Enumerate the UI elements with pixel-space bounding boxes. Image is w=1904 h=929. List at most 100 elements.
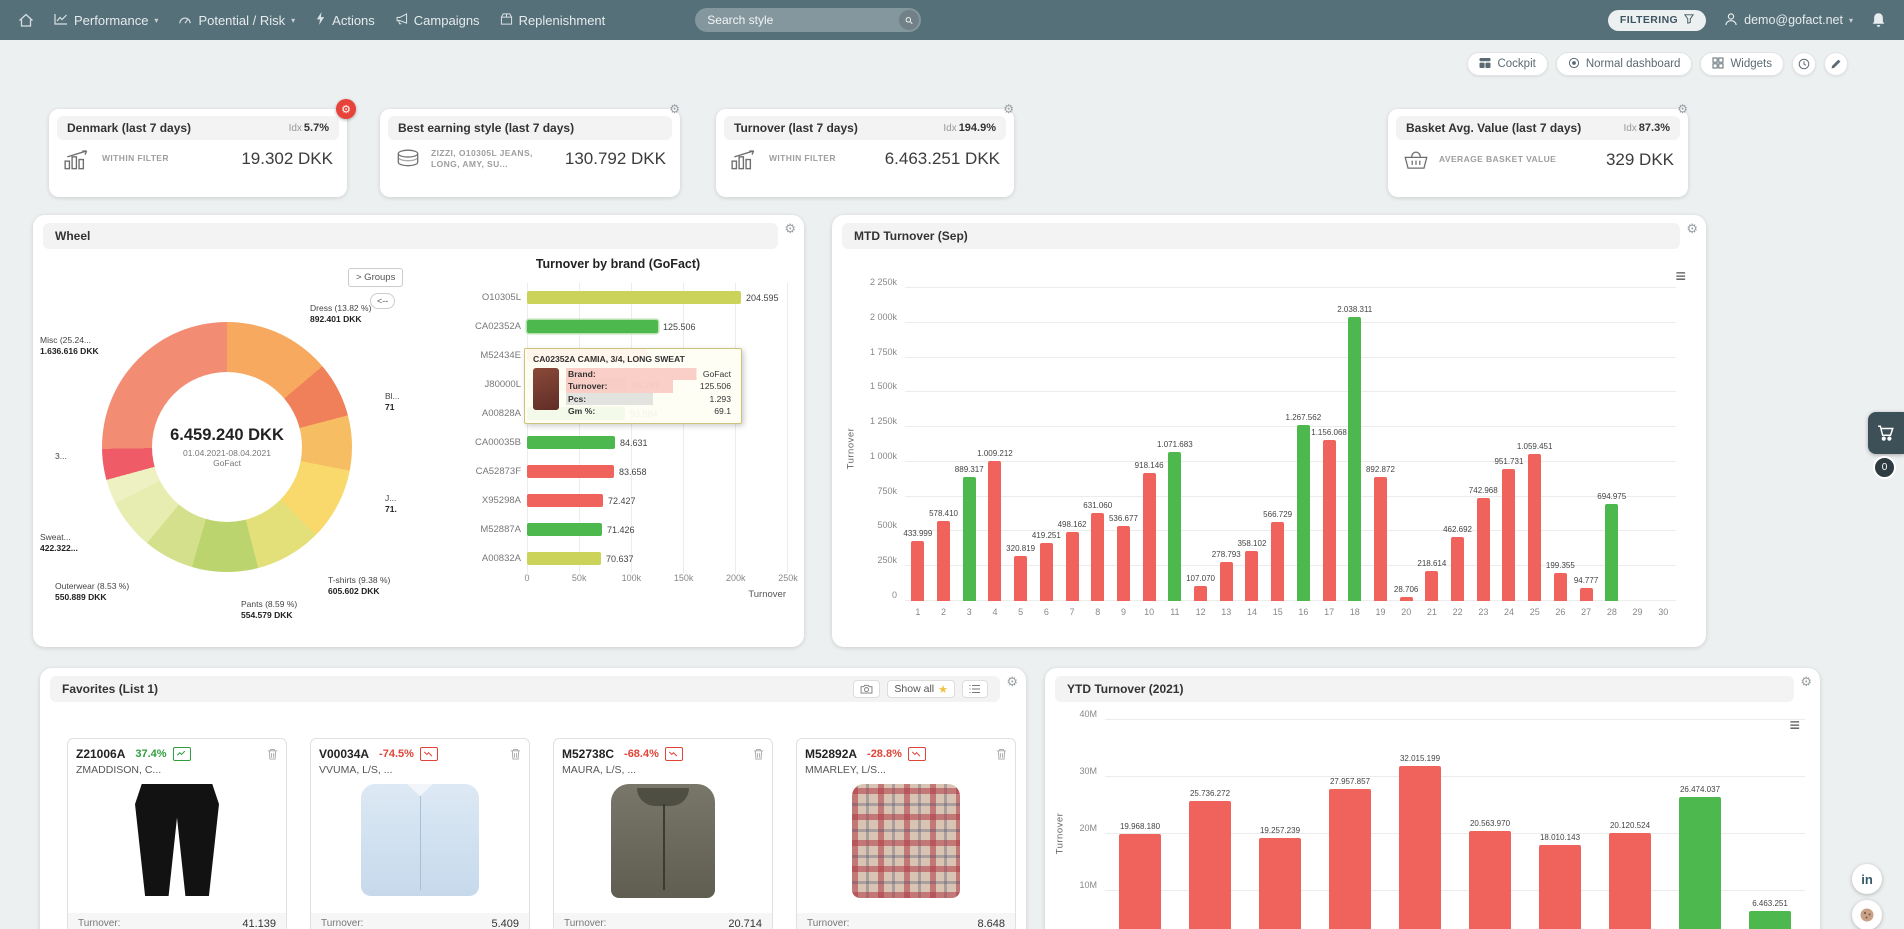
cart-button[interactable] xyxy=(1868,412,1904,454)
trash-icon[interactable] xyxy=(753,748,764,760)
chart-bar[interactable] xyxy=(1425,571,1439,601)
history-clock-button[interactable] xyxy=(1792,52,1816,76)
gear-icon[interactable]: ⚙ xyxy=(669,102,680,116)
favorite-card-footer: Turnover: 20.714 xyxy=(554,913,772,929)
favorite-card[interactable]: V00034A -74.5% VVUMA, L/S, ... Turnover: 5.4… xyxy=(310,738,530,929)
chart-bar[interactable] xyxy=(1476,498,1490,601)
chart-bar[interactable] xyxy=(1039,543,1053,601)
brand-bar[interactable] xyxy=(527,320,658,333)
chart-bar[interactable] xyxy=(1219,562,1233,601)
nav-actions[interactable]: Actions xyxy=(315,12,375,28)
list-view-button[interactable] xyxy=(962,680,988,698)
chart-menu-icon[interactable]: ≡ xyxy=(1675,267,1686,285)
chart-bar[interactable] xyxy=(1091,513,1105,601)
chart-bar[interactable] xyxy=(1553,573,1567,601)
gear-icon[interactable]: ⚙ xyxy=(1003,102,1014,116)
chart-bar[interactable] xyxy=(1194,586,1208,601)
gear-icon[interactable]: ⚙ xyxy=(784,221,796,237)
chart-bar[interactable] xyxy=(1539,845,1581,929)
y-tick: 1 250k xyxy=(869,416,897,427)
favorite-card[interactable]: M52738C -68.4% MAURA, L/S, ... Turnover: 20.… xyxy=(553,738,773,929)
chart-bar[interactable] xyxy=(1749,911,1791,929)
chart-bar[interactable] xyxy=(1679,797,1721,929)
back-button[interactable]: <-- xyxy=(370,293,396,309)
nav-replenishment[interactable]: Replenishment xyxy=(500,13,605,28)
chart-bar[interactable] xyxy=(911,541,925,601)
chart-bar[interactable] xyxy=(1259,838,1301,929)
edit-dashboard-button[interactable] xyxy=(1824,52,1848,76)
brand-bar[interactable] xyxy=(527,552,601,565)
chart-bar[interactable] xyxy=(937,521,951,601)
chart-bar[interactable] xyxy=(1296,425,1310,601)
chart-bar[interactable] xyxy=(1469,831,1511,929)
mtd-x-axis: 1 2 3 4 5 6 7 8 9 10 11 12 13 14 15 16 17 18 19 20 21 22 23 24 2… xyxy=(905,607,1676,617)
gear-icon[interactable]: ⚙ xyxy=(1800,674,1812,690)
brand-row-label: X95298A xyxy=(481,495,521,506)
chart-bar[interactable] xyxy=(1579,588,1593,601)
chart-bar[interactable] xyxy=(1142,473,1156,601)
chart-bar[interactable] xyxy=(1014,556,1028,601)
trash-icon[interactable] xyxy=(267,748,278,760)
chart-bar[interactable] xyxy=(1605,504,1619,601)
bar-value-label: 433.999 xyxy=(903,529,933,538)
chart-bar[interactable] xyxy=(1373,477,1387,601)
chart-bar[interactable] xyxy=(1065,532,1079,601)
kpi-header: Turnover (last 7 days) Idx 194.9% xyxy=(724,116,1006,140)
gridline xyxy=(905,356,1676,358)
turnover-value: 5.409 xyxy=(491,918,519,929)
cookie-settings-button[interactable] xyxy=(1852,900,1882,929)
nav-performance[interactable]: Performance ▾ xyxy=(54,13,158,28)
home-icon[interactable] xyxy=(18,13,34,27)
brand-bar[interactable] xyxy=(527,523,602,536)
chart-bar[interactable] xyxy=(1189,801,1231,929)
chart-bar[interactable] xyxy=(1399,766,1441,929)
chart-bar[interactable] xyxy=(1329,789,1371,929)
show-all-button[interactable]: Show all ★ xyxy=(887,680,955,698)
normal-dashboard-button[interactable]: Normal dashboard xyxy=(1555,52,1693,76)
chart-bar[interactable] xyxy=(1528,454,1542,601)
gear-icon[interactable]: ⚙ xyxy=(336,99,356,119)
bell-icon[interactable] xyxy=(1871,12,1886,28)
chart-bar[interactable] xyxy=(1348,317,1362,601)
favorite-card-header: Z21006A 37.4% xyxy=(76,747,278,761)
brand-bar[interactable] xyxy=(527,291,741,304)
chart-bar[interactable] xyxy=(1119,834,1161,929)
filtering-button[interactable]: FILTERING xyxy=(1607,9,1707,31)
chart-bar[interactable] xyxy=(1609,833,1651,929)
widgets-button[interactable]: Widgets xyxy=(1700,52,1784,76)
y-tick: 750k xyxy=(877,485,897,496)
chart-bar[interactable] xyxy=(1451,537,1465,601)
cockpit-button[interactable]: Cockpit xyxy=(1467,52,1548,76)
favorite-card[interactable]: Z21006A 37.4% ZMADDISON, C... Turnover: 41.1… xyxy=(67,738,287,929)
trash-icon[interactable] xyxy=(510,748,521,760)
camera-button[interactable] xyxy=(853,680,881,698)
chart-bar[interactable] xyxy=(1116,526,1130,601)
search-icon[interactable] xyxy=(899,10,920,30)
nav-potential-risk[interactable]: Potential / Risk ▾ xyxy=(178,13,295,28)
gear-icon[interactable]: ⚙ xyxy=(1006,674,1018,690)
nav-campaigns[interactable]: Campaigns xyxy=(395,13,480,28)
brand-bar[interactable] xyxy=(527,436,615,449)
trash-icon[interactable] xyxy=(996,748,1007,760)
linkedin-button[interactable]: in xyxy=(1852,864,1882,894)
favorite-card[interactable]: M52892A -28.8% MMARLEY, L/S... Turnover: 8.6… xyxy=(796,738,1016,929)
gear-icon[interactable]: ⚙ xyxy=(1677,102,1688,116)
chart-bar[interactable] xyxy=(1502,469,1516,601)
chart-bar[interactable] xyxy=(1399,597,1413,601)
gauge-icon xyxy=(178,13,192,28)
chart-bar[interactable] xyxy=(1322,440,1336,601)
brand-bar[interactable] xyxy=(527,494,603,507)
turnover-donut-chart[interactable] xyxy=(102,322,352,572)
x-tick: 13 xyxy=(1221,607,1232,617)
chart-bar[interactable] xyxy=(1168,452,1182,601)
chart-bar[interactable] xyxy=(1245,551,1259,601)
brand-bar[interactable] xyxy=(527,465,614,478)
chart-bar[interactable] xyxy=(962,477,976,601)
search-input[interactable] xyxy=(695,13,922,27)
gear-icon[interactable]: ⚙ xyxy=(1686,221,1698,237)
user-menu[interactable]: demo@gofact.net ▾ xyxy=(1724,12,1853,29)
groups-button[interactable]: > Groups xyxy=(348,268,404,287)
chevron-down-icon: ▾ xyxy=(1848,15,1853,25)
chart-bar[interactable] xyxy=(1271,522,1285,601)
chart-bar[interactable] xyxy=(988,461,1002,601)
